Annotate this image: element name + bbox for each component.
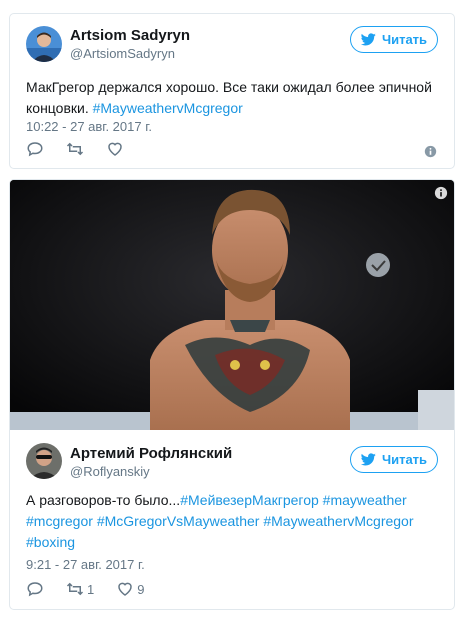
heart-icon <box>118 582 132 596</box>
fighter-photo <box>10 180 454 430</box>
heart-icon <box>108 142 122 156</box>
hashtag-link[interactable]: #boxing <box>26 534 75 550</box>
retweet-count: 1 <box>87 581 95 597</box>
author-name[interactable]: Artsiom Sadyryn <box>70 27 190 44</box>
retweet-button[interactable] <box>66 140 84 158</box>
reply-icon <box>27 582 43 597</box>
retweet-icon <box>66 142 84 156</box>
follow-label: Читать <box>381 452 428 467</box>
hashtag-link[interactable]: #McGregorVsMayweather <box>97 513 260 529</box>
follow-button[interactable]: Читать <box>350 446 438 473</box>
tweet-body: А разговоров-то было... <box>26 492 181 508</box>
tweet-actions: 1 9 <box>26 580 166 598</box>
tweet-photo[interactable] <box>10 180 454 430</box>
follow-label: Читать <box>381 32 428 47</box>
tweet-actions <box>26 140 146 158</box>
author-name[interactable]: Артемий Рофлянский <box>70 445 232 462</box>
author-handle[interactable]: @Roflyanskiy <box>70 464 150 479</box>
author-handle[interactable]: @ArtsiomSadyryn <box>70 46 175 61</box>
avatar[interactable] <box>26 443 62 479</box>
twitter-bird-icon <box>360 453 376 466</box>
hashtag-link[interactable]: #mcgregor <box>26 513 93 529</box>
tweet-card-1: Artsiom Sadyryn @ArtsiomSadyryn Читать М… <box>9 13 455 169</box>
hashtag-link[interactable]: #МейвезерМакгрегор <box>180 492 319 508</box>
like-button[interactable] <box>106 140 124 158</box>
like-button[interactable]: 9 <box>116 580 144 598</box>
retweet-button[interactable]: 1 <box>66 580 94 598</box>
avatar[interactable] <box>26 26 62 62</box>
reply-button[interactable] <box>26 580 44 598</box>
info-icon[interactable] <box>424 145 437 158</box>
tweet-text: А разговоров-то было...#МейвезерМакгрего… <box>26 490 446 553</box>
tweet-timestamp[interactable]: 9:21 - 27 авг. 2017 г. <box>26 557 145 572</box>
tweet-card-2: Артемий Рофлянский @Roflyanskiy Читать А… <box>9 179 455 610</box>
retweet-icon <box>66 582 84 596</box>
follow-button[interactable]: Читать <box>350 26 438 53</box>
tweet-timestamp[interactable]: 10:22 - 27 авг. 2017 г. <box>26 119 152 134</box>
hashtag-link[interactable]: #MayweathervMcgregor <box>263 513 413 529</box>
info-icon[interactable] <box>434 186 448 200</box>
hashtag-link[interactable]: #mayweather <box>323 492 407 508</box>
reply-icon <box>27 142 43 157</box>
hashtag-link[interactable]: #MayweathervMcgregor <box>93 100 243 116</box>
like-count: 9 <box>137 581 145 597</box>
twitter-bird-icon <box>360 33 376 46</box>
tweet-text: МакГрегор держался хорошо. Все таки ожид… <box>26 77 446 119</box>
reply-button[interactable] <box>26 140 44 158</box>
